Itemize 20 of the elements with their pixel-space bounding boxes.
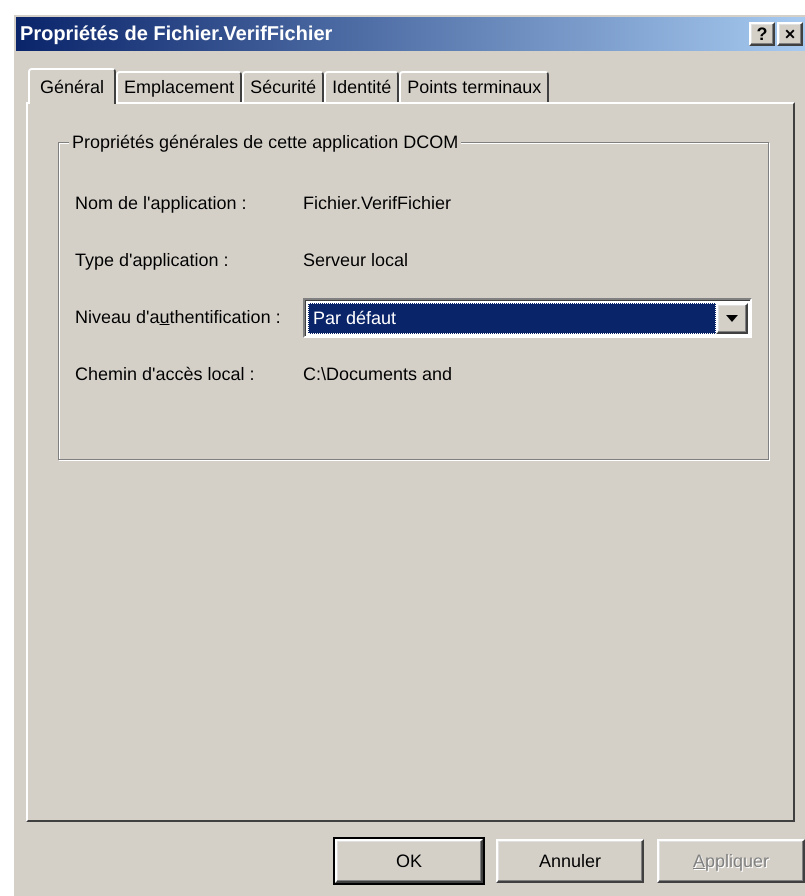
tab[interactable]: Général (28, 68, 116, 104)
field-value: C:\Documents and (303, 364, 452, 385)
tab[interactable]: Points terminaux (399, 71, 550, 102)
dialog-button[interactable]: Annuler (496, 839, 644, 883)
title-bar-button[interactable]: × (777, 22, 803, 46)
field-label: Niveau d'authentification : (75, 307, 282, 328)
dropdown-arrow-icon[interactable] (726, 314, 738, 322)
group-title: Propriétés générales de cette application DCOM (69, 132, 462, 153)
title-bar-button[interactable]: ? (749, 22, 775, 46)
tab[interactable]: Sécurité (242, 71, 324, 102)
field-label: Type d'application : (75, 250, 230, 271)
tab[interactable]: Identité (324, 71, 400, 102)
dialog-button[interactable]: OK (335, 839, 483, 883)
field-label: Chemin d'accès local : (75, 364, 256, 385)
field-value: Serveur local (303, 250, 408, 271)
field-label: Nom de l'application : (75, 193, 248, 214)
field-value: Fichier.VerifFichier (303, 193, 452, 214)
tab[interactable]: Emplacement (116, 71, 242, 102)
window-title: Propriétés de Fichier.VerifFichier (20, 22, 334, 46)
dropdown[interactable]: Par défaut (303, 298, 752, 338)
